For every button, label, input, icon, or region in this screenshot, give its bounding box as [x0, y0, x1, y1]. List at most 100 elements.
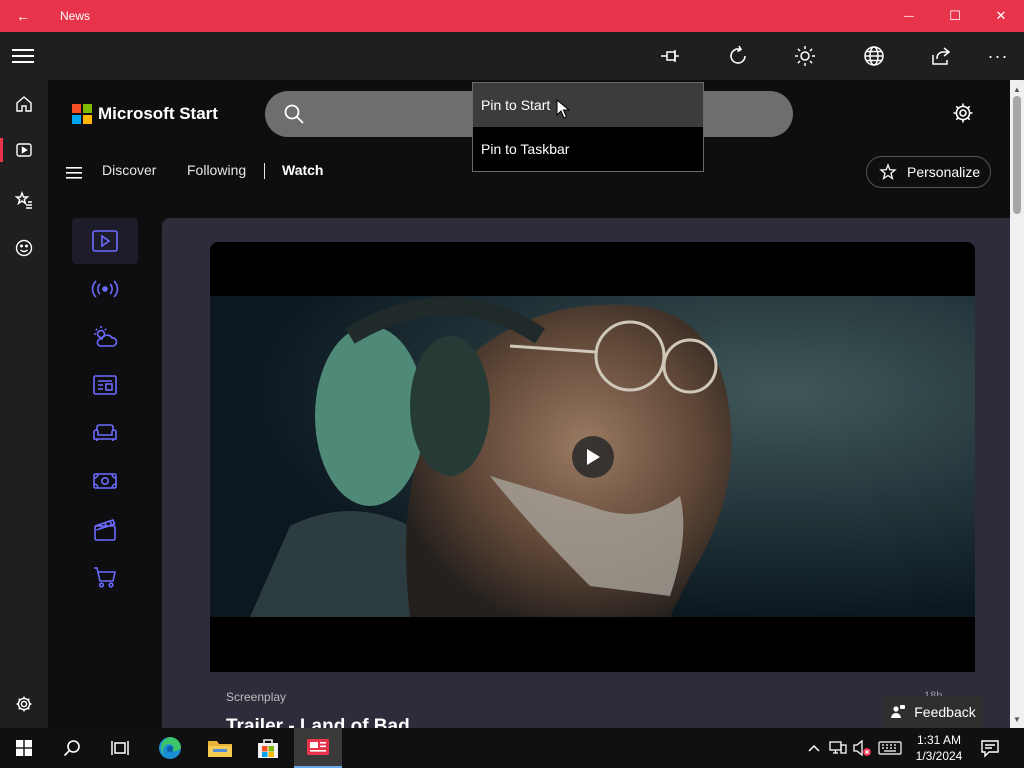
window-controls: — ☐ ✕: [886, 0, 1024, 32]
cart-icon: [94, 567, 116, 588]
nav-play[interactable]: [0, 224, 48, 272]
category-live[interactable]: [72, 266, 138, 312]
nav-separator: [264, 163, 265, 179]
feedback-icon: [891, 705, 906, 718]
sofa-icon: [93, 424, 117, 441]
task-view-button[interactable]: [96, 728, 144, 768]
app-toolbar: ···: [0, 32, 1024, 80]
brand-logo[interactable]: Microsoft Start: [72, 104, 218, 124]
category-news[interactable]: [72, 362, 138, 408]
network-tray-button[interactable]: [828, 738, 848, 758]
hamburger-menu-button[interactable]: [12, 46, 34, 66]
window-title: News: [60, 9, 91, 23]
play-square-icon: [92, 230, 118, 252]
menu-item-pin-to-taskbar[interactable]: Pin to Taskbar: [473, 127, 703, 171]
pin-icon: [661, 50, 679, 62]
close-button[interactable]: ✕: [978, 0, 1024, 32]
personalize-label: Personalize: [907, 164, 981, 180]
back-arrow-icon: ←: [16, 8, 30, 24]
globe-icon: [864, 46, 884, 66]
category-weather[interactable]: [72, 314, 138, 360]
money-icon: [93, 473, 117, 489]
feedback-button[interactable]: Feedback: [883, 696, 983, 728]
microsoft-logo-icon: [72, 104, 92, 124]
gear-icon: [953, 103, 973, 123]
taskbar-edge[interactable]: [146, 728, 194, 768]
feed-menu-button[interactable]: [66, 166, 82, 184]
nav-favorites[interactable]: [0, 176, 48, 224]
nav-home[interactable]: [0, 80, 48, 128]
network-icon: [829, 741, 847, 754]
taskbar-clock[interactable]: 1:31 AM 1/3/2024: [908, 732, 970, 764]
taskbar-store[interactable]: [244, 728, 292, 768]
share-icon: [932, 47, 951, 65]
folder-icon: [208, 741, 232, 757]
back-button[interactable]: ←: [0, 0, 46, 32]
left-nav-rail: [0, 80, 48, 728]
tab-following[interactable]: Following: [187, 162, 246, 178]
taskbar-news-app[interactable]: [294, 728, 342, 768]
main-content: Microsoft Start Discover Following Watch…: [48, 80, 1010, 728]
tab-discover[interactable]: Discover: [102, 162, 156, 178]
category-shopping[interactable]: [72, 554, 138, 600]
store-icon: [258, 739, 278, 758]
video-source[interactable]: Screenplay: [226, 690, 286, 704]
category-video[interactable]: [72, 218, 138, 264]
taskbar-file-explorer[interactable]: [196, 728, 244, 768]
scroll-thumb[interactable]: [1013, 96, 1021, 214]
menu-item-pin-to-start[interactable]: Pin to Start: [473, 83, 703, 127]
taskbar-search-button[interactable]: [48, 728, 96, 768]
feedback-label: Feedback: [914, 704, 976, 720]
search-icon: [284, 104, 304, 124]
newspaper-icon: [93, 375, 117, 395]
notification-center-button[interactable]: [980, 738, 1000, 763]
menu-item-label: Pin to Taskbar: [481, 141, 570, 157]
chevron-up-icon: [808, 744, 820, 752]
pin-flyout-menu: Pin to Start Pin to Taskbar: [472, 82, 704, 172]
nav-watch[interactable]: [0, 126, 48, 174]
maximize-button[interactable]: ☐: [932, 0, 978, 32]
language-button[interactable]: [860, 42, 888, 70]
volume-tray-button[interactable]: [852, 738, 872, 758]
star-sparkle-icon: [879, 163, 897, 181]
scroll-down-arrow-icon[interactable]: ▼: [1010, 712, 1024, 726]
video-icon: [16, 143, 32, 157]
start-button[interactable]: [0, 728, 48, 768]
category-lifestyle[interactable]: [72, 410, 138, 456]
pin-button[interactable]: [656, 42, 684, 70]
refresh-icon: [730, 45, 746, 64]
notification-icon: [981, 740, 999, 758]
nav-settings[interactable]: [0, 680, 48, 728]
clock-time: 1:31 AM: [916, 733, 962, 747]
gear-icon: [16, 696, 32, 712]
taskbar: 1:31 AM 1/3/2024: [0, 728, 1024, 768]
settings-button[interactable]: [952, 102, 974, 129]
partly-sunny-icon: [94, 326, 118, 347]
category-entertainment[interactable]: [72, 506, 138, 552]
clapperboard-icon: [94, 518, 116, 541]
play-button[interactable]: [572, 436, 614, 478]
brightness-icon: [795, 46, 815, 66]
tab-watch[interactable]: Watch: [282, 162, 323, 178]
mouse-cursor-icon: [556, 99, 570, 119]
video-title[interactable]: Trailer - Land of Bad: [226, 716, 410, 728]
watch-feed-panel: Screenplay 18h Trailer - Land of Bad: [162, 218, 1010, 728]
edge-browser-icon: [159, 737, 181, 759]
menu-icon: [66, 167, 82, 179]
smiley-icon: [15, 239, 33, 257]
scroll-up-arrow-icon[interactable]: ▲: [1010, 82, 1024, 96]
theme-button[interactable]: [791, 42, 819, 70]
show-hidden-icons-button[interactable]: [804, 738, 824, 758]
hamburger-icon: [12, 49, 34, 63]
category-money[interactable]: [72, 458, 138, 504]
vertical-scrollbar[interactable]: ▲ ▼: [1010, 80, 1024, 728]
share-button[interactable]: [927, 42, 955, 70]
windows-logo-icon: [16, 740, 32, 756]
personalize-button[interactable]: Personalize: [866, 156, 991, 188]
video-player[interactable]: [210, 242, 975, 672]
more-options-button[interactable]: ···: [984, 42, 1012, 70]
minimize-button[interactable]: —: [886, 0, 932, 32]
minimize-icon: —: [904, 10, 914, 22]
touch-keyboard-button[interactable]: [878, 738, 902, 758]
refresh-button[interactable]: [724, 42, 752, 70]
